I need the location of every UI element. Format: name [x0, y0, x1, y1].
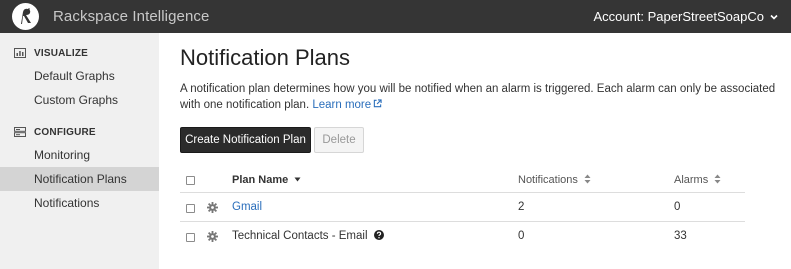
sidebar-item-notification-plans[interactable]: Notification Plans [0, 167, 159, 191]
column-header-notifications[interactable]: Notifications [518, 174, 591, 186]
sidebar: VISUALIZE Default Graphs Custom Graphs C… [0, 33, 159, 269]
sidebar-section-configure: CONFIGURE [0, 124, 96, 140]
sort-desc-icon [294, 177, 301, 182]
gear-icon[interactable] [207, 231, 218, 242]
notifications-count: 0 [518, 230, 525, 242]
alarms-count: 33 [674, 230, 687, 242]
table-header-divider [180, 192, 745, 193]
learn-more-link[interactable]: Learn more [312, 99, 382, 111]
account-menu[interactable]: Account: PaperStreetSoapCo [593, 9, 779, 24]
rackspace-logo-icon[interactable] [12, 3, 39, 30]
column-header-plan-name[interactable]: Plan Name [232, 174, 301, 186]
column-header-alarms[interactable]: Alarms [674, 174, 721, 186]
chevron-down-icon [770, 14, 778, 20]
alarms-count: 0 [674, 201, 681, 213]
app-title[interactable]: Rackspace Intelligence [53, 8, 209, 25]
sidebar-item-default-graphs[interactable]: Default Graphs [0, 64, 159, 88]
sidebar-item-notifications[interactable]: Notifications [0, 191, 159, 215]
row-checkbox[interactable] [186, 233, 195, 242]
select-all-checkbox[interactable] [186, 176, 195, 185]
account-label: Account: PaperStreetSoapCo [593, 9, 764, 24]
chart-icon [14, 48, 26, 58]
external-link-icon [373, 99, 382, 108]
sort-icon [584, 174, 591, 184]
page-description: A notification plan determines how you w… [180, 81, 780, 113]
plan-name-link[interactable]: Gmail [232, 201, 262, 213]
description-text: A notification plan determines how you w… [180, 83, 776, 111]
sidebar-section-title: VISUALIZE [34, 47, 89, 59]
create-notification-plan-button[interactable]: Create Notification Plan [180, 127, 311, 153]
table-row-divider [180, 221, 745, 222]
sidebar-section-visualize: VISUALIZE [0, 45, 88, 61]
sort-icon [714, 174, 721, 184]
server-icon [14, 127, 26, 137]
sidebar-item-monitoring[interactable]: Monitoring [0, 143, 159, 167]
row-checkbox[interactable] [186, 204, 195, 213]
gear-icon[interactable] [207, 202, 218, 213]
plan-name: Technical Contacts - Email [232, 230, 384, 242]
top-bar: Rackspace Intelligence Account: PaperStr… [0, 0, 791, 33]
main-content: Notification Plans A notification plan d… [159, 33, 791, 269]
page-title: Notification Plans [180, 45, 350, 70]
sidebar-section-title: CONFIGURE [34, 126, 96, 138]
notifications-count: 2 [518, 201, 525, 213]
help-icon[interactable] [373, 230, 384, 240]
sidebar-item-custom-graphs[interactable]: Custom Graphs [0, 88, 159, 112]
delete-button[interactable]: Delete [314, 127, 364, 153]
